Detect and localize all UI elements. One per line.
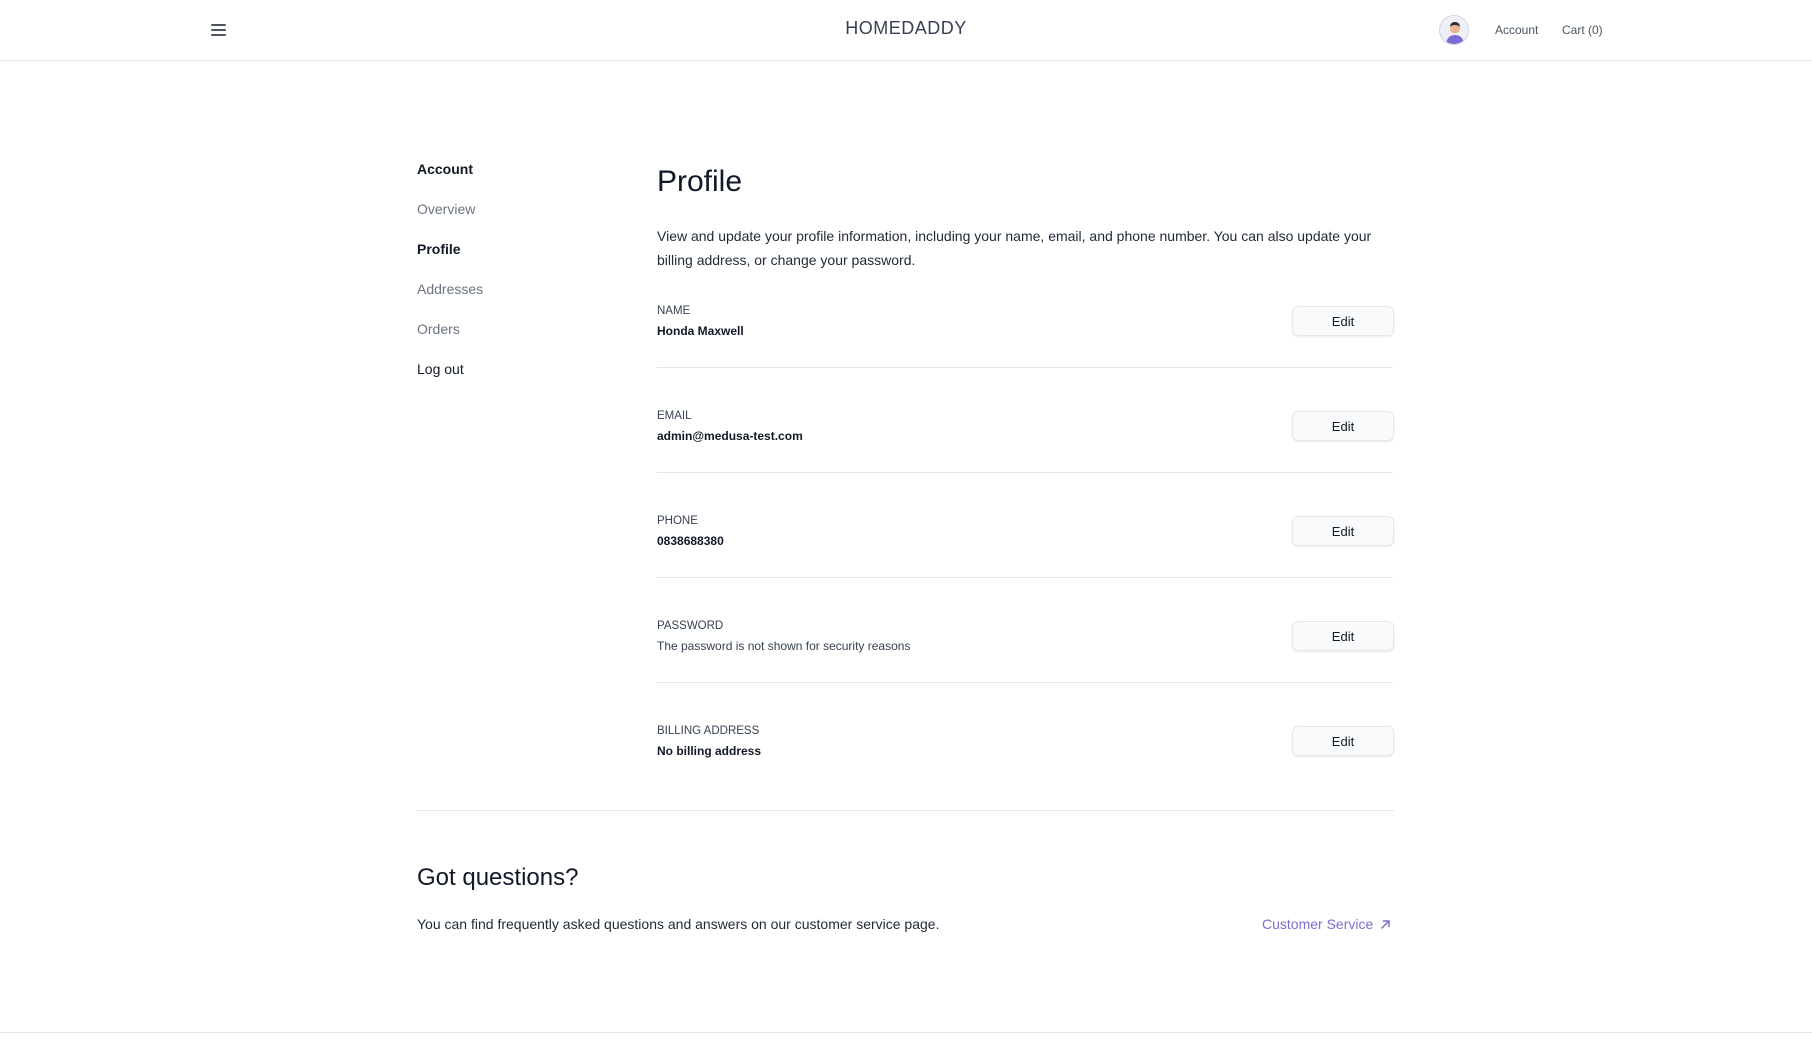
field-value: Honda Maxwell: [657, 324, 744, 338]
sidebar-item-profile[interactable]: Profile: [417, 241, 461, 257]
brand-container: HOMEDADDY: [0, 18, 1812, 39]
field-value: admin@medusa-test.com: [657, 429, 803, 443]
sidebar-item-logout[interactable]: Log out: [417, 361, 464, 377]
brand-logo-link[interactable]: HOMEDADDY: [845, 18, 967, 38]
field-label: EMAIL: [657, 410, 692, 422]
profile-field-email: EMAIL admin@medusa-test.com Edit: [657, 410, 1394, 515]
field-label: BILLING ADDRESS: [657, 725, 760, 737]
site-header: HOMEDADDY Account Cart (0): [0, 0, 1812, 61]
section-divider: [417, 810, 1394, 811]
field-divider: [657, 472, 1393, 473]
page-description: View and update your profile information…: [657, 228, 1372, 268]
hamburger-icon-line: [211, 29, 226, 31]
profile-field-billing-address: BILLING ADDRESS No billing address Edit: [657, 725, 1394, 830]
customer-service-link[interactable]: Customer Service: [1262, 916, 1392, 932]
nav-account-link[interactable]: Account: [1495, 23, 1538, 37]
edit-billing-address-button[interactable]: Edit: [1292, 726, 1394, 756]
hamburger-icon: [211, 24, 226, 26]
edit-name-button[interactable]: Edit: [1292, 306, 1394, 336]
profile-field-name: NAME Honda Maxwell Edit: [657, 305, 1394, 410]
field-value: 0838688380: [657, 534, 724, 548]
user-avatar-icon[interactable]: [1439, 15, 1469, 45]
customer-service-label: Customer Service: [1262, 916, 1374, 932]
edit-phone-button[interactable]: Edit: [1292, 516, 1394, 546]
sidebar-item-overview[interactable]: Overview: [417, 201, 475, 217]
questions-text: You can find frequently asked questions …: [417, 916, 940, 932]
edit-email-button[interactable]: Edit: [1292, 411, 1394, 441]
footer-divider: [0, 1032, 1812, 1033]
field-label: PHONE: [657, 515, 698, 527]
page-title: Profile: [657, 165, 743, 198]
edit-password-button[interactable]: Edit: [1292, 621, 1394, 651]
field-divider: [657, 577, 1393, 578]
field-divider: [657, 682, 1393, 683]
sidebar-item-addresses[interactable]: Addresses: [417, 281, 483, 297]
field-divider: [657, 367, 1393, 368]
sidebar-title: Account: [417, 161, 473, 177]
questions-title: Got questions?: [417, 864, 579, 891]
profile-field-phone: PHONE 0838688380 Edit: [657, 515, 1394, 620]
field-label: NAME: [657, 305, 691, 317]
hamburger-menu-button[interactable]: [206, 18, 232, 42]
field-value: No billing address: [657, 744, 762, 758]
field-value: The password is not shown for security r…: [657, 639, 911, 653]
sidebar-item-orders[interactable]: Orders: [417, 321, 460, 337]
arrow-up-right-icon: [1381, 919, 1391, 929]
profile-field-password: PASSWORD The password is not shown for s…: [657, 620, 1394, 725]
avatar-illustration: [1440, 16, 1468, 44]
field-label: PASSWORD: [657, 620, 724, 632]
hamburger-icon-line: [211, 34, 226, 36]
nav-cart-link[interactable]: Cart (0): [1562, 23, 1603, 37]
